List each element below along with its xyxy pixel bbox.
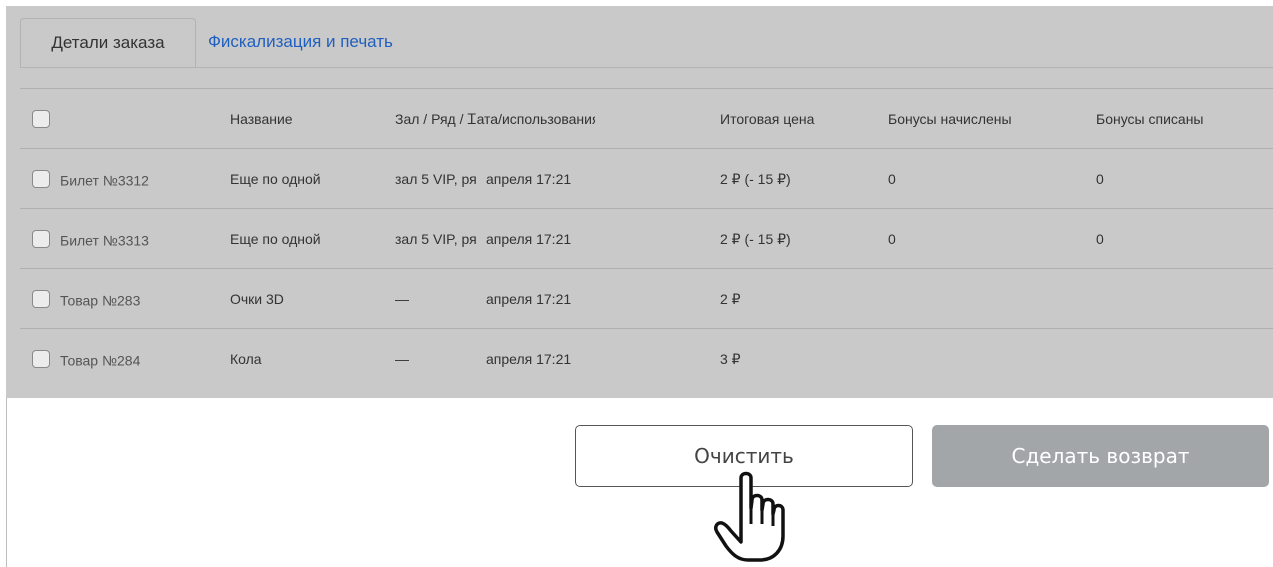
item-code: Товар №284	[60, 352, 141, 369]
item-bonus-spent	[1096, 329, 1273, 389]
item-price: 2 ₽	[720, 291, 741, 307]
item-bonus-added: 0	[888, 171, 896, 187]
item-hall-date: — апреля 17:21	[395, 269, 595, 329]
row-select-cell: Билет №3312	[32, 149, 202, 209]
header-bonus-spent: Бонусы списаны	[1096, 111, 1204, 127]
table-row: Товар №284 Кола — апреля 17:21 3 ₽	[20, 328, 1273, 388]
item-hall-date: — апреля 17:21	[395, 329, 595, 389]
row-checkbox[interactable]	[32, 230, 50, 249]
item-name: Еще по одной	[230, 231, 321, 247]
select-all-checkbox[interactable]	[32, 110, 50, 129]
row-select-cell: Билет №3313	[32, 209, 202, 269]
tabs-divider	[20, 67, 1273, 68]
item-bonus-spent	[1096, 269, 1273, 329]
row-select-cell: Товар №283	[32, 269, 202, 329]
table-row: Товар №283 Очки 3D — апреля 17:21 2 ₽	[20, 268, 1273, 328]
item-name: Очки 3D	[230, 291, 284, 307]
tab-fiscalization-print[interactable]: Фискализация и печать	[208, 18, 393, 68]
select-all-cell	[32, 89, 202, 149]
tab-order-details[interactable]: Детали заказа	[20, 18, 196, 68]
item-hall-date: зал 5 VIP, ря апреля 17:21	[395, 209, 595, 269]
item-bonus-added: 0	[888, 231, 896, 247]
header-bonus-added: Бонусы начислены	[888, 111, 1012, 127]
item-hall: зал 5 VIP, ря	[395, 231, 477, 247]
item-date: апреля 17:21	[486, 231, 572, 247]
item-price: 3 ₽	[720, 351, 741, 367]
item-bonus-added	[888, 269, 1068, 329]
row-select-cell: Товар №284	[32, 329, 202, 389]
item-price: 2 ₽ (- 15 ₽)	[720, 171, 791, 187]
item-code: Товар №283	[60, 292, 141, 309]
item-bonus-added	[888, 329, 1068, 389]
header-price: Итоговая цена	[720, 111, 815, 127]
item-code: Билет №3312	[60, 172, 149, 189]
item-date: апреля 17:21	[486, 351, 572, 367]
panel-left-border	[6, 398, 7, 567]
item-code: Билет №3313	[60, 232, 149, 249]
dimmed-content-panel: Детали заказа Фискализация и печать Назв…	[6, 6, 1273, 398]
item-hall: —	[395, 351, 409, 367]
item-hall-date: зал 5 VIP, ря апреля 17:21	[395, 149, 595, 209]
item-date: апреля 17:21	[486, 291, 572, 307]
header-hall: Зал / Ряд / Ꮖата/использования	[395, 111, 595, 127]
item-hall: —	[395, 291, 409, 307]
hand-pointer-icon	[714, 471, 785, 562]
table-row: Билет №3313 Еще по одной зал 5 VIP, ря а…	[20, 208, 1273, 268]
row-checkbox[interactable]	[32, 170, 50, 189]
table-row: Билет №3312 Еще по одной зал 5 VIP, ря а…	[20, 148, 1273, 208]
row-checkbox[interactable]	[32, 350, 50, 369]
table-header: Название Зал / Ряд / Ꮖата/использования …	[20, 88, 1273, 148]
header-name: Название	[230, 111, 293, 127]
refund-button[interactable]: Сделать возврат	[932, 425, 1269, 487]
item-hall: зал 5 VIP, ря	[395, 171, 477, 187]
item-date: апреля 17:21	[486, 171, 572, 187]
item-price: 2 ₽ (- 15 ₽)	[720, 231, 791, 247]
item-name: Кола	[230, 351, 262, 367]
item-bonus-spent: 0	[1096, 171, 1104, 187]
item-name: Еще по одной	[230, 171, 321, 187]
row-checkbox[interactable]	[32, 290, 50, 309]
item-bonus-spent: 0	[1096, 231, 1104, 247]
